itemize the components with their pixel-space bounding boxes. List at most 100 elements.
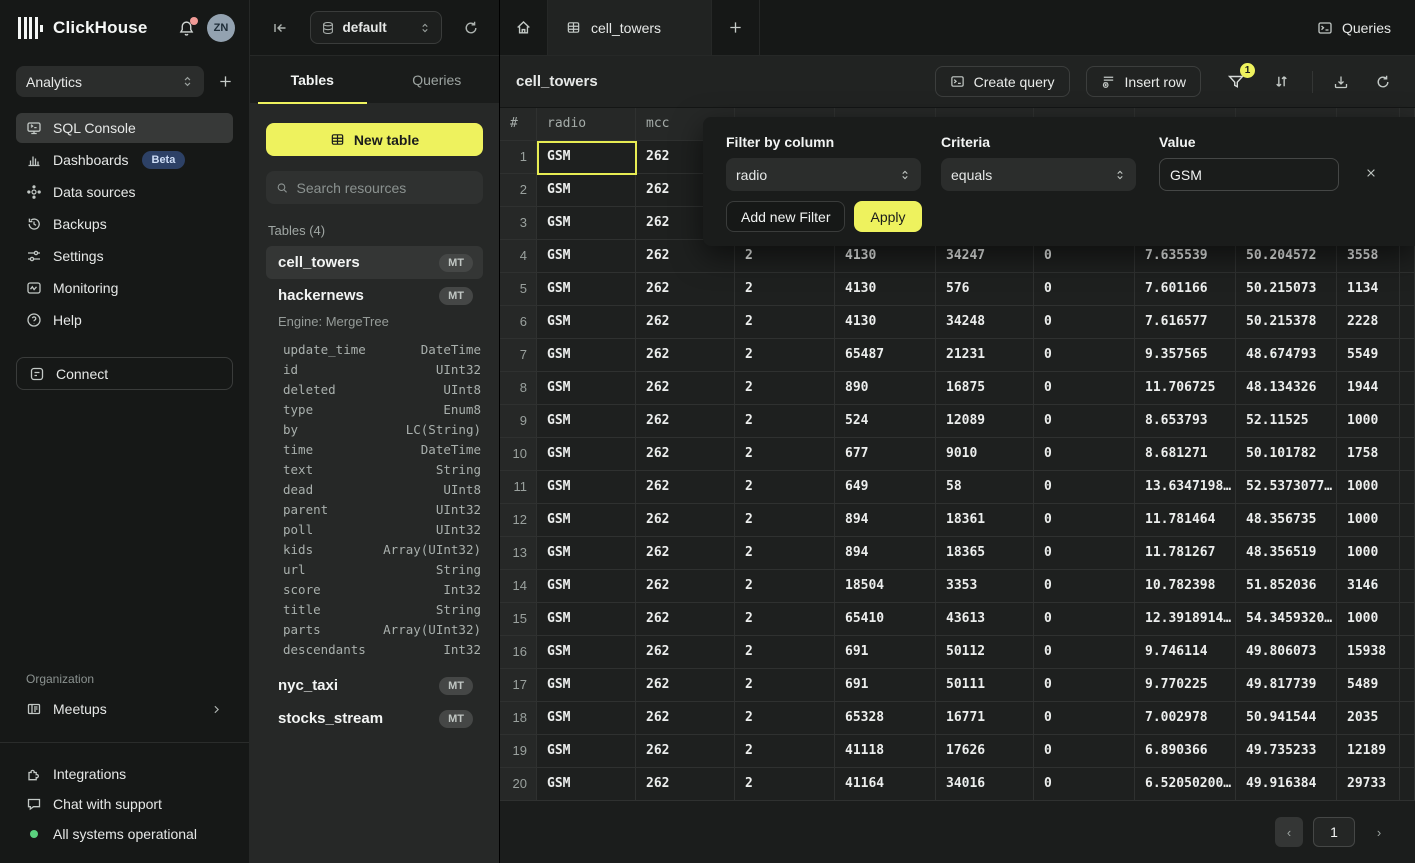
cell-mcc[interactable]: 262 (636, 735, 735, 768)
cell-mcc[interactable]: 262 (636, 702, 735, 735)
cell-area[interactable]: 65328 (835, 702, 936, 735)
cell-net[interactable]: 2 (735, 504, 835, 537)
sidebar-item-backups[interactable]: Backups (16, 209, 233, 239)
table-row[interactable]: 5 GSM 262 2 4130 576 0 7.601166 50.21507… (500, 273, 1415, 306)
cell-lat[interactable]: 50.215073 (1236, 273, 1337, 306)
cell-unit[interactable]: 0 (1034, 372, 1135, 405)
table-row[interactable]: 19 GSM 262 2 41118 17626 0 6.890366 49.7… (500, 735, 1415, 768)
cell-area[interactable]: 65487 (835, 339, 936, 372)
cell-cell[interactable]: 21231 (936, 339, 1034, 372)
cell-lat[interactable]: 50.101782 (1236, 438, 1337, 471)
connect-button[interactable]: Connect (16, 357, 233, 390)
table-row[interactable]: 17 GSM 262 2 691 50111 0 9.770225 49.817… (500, 669, 1415, 702)
sidebar-item-monitoring[interactable]: Monitoring (16, 273, 233, 303)
cell-lon[interactable]: 7.616577 (1135, 306, 1236, 339)
cell-radio[interactable]: GSM (537, 174, 636, 207)
cell-range[interactable]: 15938 (1337, 636, 1400, 669)
cell-area[interactable]: 691 (835, 669, 936, 702)
cell-lat[interactable]: 50.215378 (1236, 306, 1337, 339)
cell-net[interactable]: 2 (735, 405, 835, 438)
table-row[interactable]: 18 GSM 262 2 65328 16771 0 7.002978 50.9… (500, 702, 1415, 735)
cell-lat[interactable]: 49.916384 (1236, 768, 1337, 801)
table-row[interactable]: 11 GSM 262 2 649 58 0 13.6347198… 52.537… (500, 471, 1415, 504)
cell-cell[interactable]: 18365 (936, 537, 1034, 570)
tab-tables[interactable]: Tables (250, 56, 375, 103)
column-header[interactable]: # (500, 108, 537, 141)
filter-button[interactable]: 1 (1225, 69, 1247, 95)
cell-cell[interactable]: 34016 (936, 768, 1034, 801)
cell-cell[interactable]: 12089 (936, 405, 1034, 438)
database-select[interactable]: default (310, 11, 442, 44)
cell-unit[interactable]: 0 (1034, 702, 1135, 735)
table-row[interactable]: 10 GSM 262 2 677 9010 0 8.681271 50.1017… (500, 438, 1415, 471)
cell-net[interactable]: 2 (735, 273, 835, 306)
cell-radio[interactable]: GSM (537, 405, 636, 438)
cell-area[interactable]: 18504 (835, 570, 936, 603)
cell-lon[interactable]: 7.601166 (1135, 273, 1236, 306)
table-row[interactable]: 7 GSM 262 2 65487 21231 0 9.357565 48.67… (500, 339, 1415, 372)
table-row[interactable]: 8 GSM 262 2 890 16875 0 11.706725 48.134… (500, 372, 1415, 405)
cell-area[interactable]: 41164 (835, 768, 936, 801)
cell-lon[interactable]: 9.746114 (1135, 636, 1236, 669)
tab-queries[interactable]: Queries (375, 56, 500, 103)
cell-unit[interactable]: 0 (1034, 306, 1135, 339)
home-tab[interactable] (500, 0, 548, 55)
table-row[interactable]: 9 GSM 262 2 524 12089 0 8.653793 52.1152… (500, 405, 1415, 438)
cell-radio[interactable]: GSM (537, 537, 636, 570)
cell-cell[interactable]: 50112 (936, 636, 1034, 669)
cell-lat[interactable]: 52.5373077… (1236, 471, 1337, 504)
cell-net[interactable]: 2 (735, 339, 835, 372)
cell-unit[interactable]: 0 (1034, 636, 1135, 669)
cell-radio[interactable]: GSM (537, 372, 636, 405)
table-row[interactable]: 13 GSM 262 2 894 18365 0 11.781267 48.35… (500, 537, 1415, 570)
cell-range[interactable]: 1944 (1337, 372, 1400, 405)
cell-area[interactable]: 677 (835, 438, 936, 471)
cell-radio[interactable]: GSM (537, 570, 636, 603)
table-row[interactable]: 14 GSM 262 2 18504 3353 0 10.782398 51.8… (500, 570, 1415, 603)
prev-page-button[interactable]: ‹ (1275, 817, 1303, 847)
cell-radio[interactable]: GSM (537, 240, 636, 273)
cell-cell[interactable]: 17626 (936, 735, 1034, 768)
cell-range[interactable]: 29733 (1337, 768, 1400, 801)
cell-net[interactable]: 2 (735, 471, 835, 504)
cell-unit[interactable]: 0 (1034, 438, 1135, 471)
cell-radio[interactable]: GSM (537, 504, 636, 537)
sidebar-item-help[interactable]: Help (16, 305, 233, 335)
cell-mcc[interactable]: 262 (636, 273, 735, 306)
cell-range[interactable]: 2228 (1337, 306, 1400, 339)
cell-radio[interactable]: GSM (537, 273, 636, 306)
table-row[interactable]: 16 GSM 262 2 691 50112 0 9.746114 49.806… (500, 636, 1415, 669)
refresh-table-button[interactable] (1371, 70, 1395, 94)
filter-column-select[interactable]: radio (726, 158, 921, 191)
cell-lon[interactable]: 8.653793 (1135, 405, 1236, 438)
cell-lon[interactable]: 6.52050200… (1135, 768, 1236, 801)
table-item-nyc-taxi[interactable]: nyc_taxi MT (266, 669, 483, 702)
cell-radio[interactable]: GSM (537, 306, 636, 339)
cell-lat[interactable]: 48.134326 (1236, 372, 1337, 405)
tab-cell-towers[interactable]: cell_towers (548, 0, 712, 55)
cell-net[interactable]: 2 (735, 372, 835, 405)
create-query-button[interactable]: Create query (935, 66, 1070, 97)
cell-lon[interactable]: 12.3918914… (1135, 603, 1236, 636)
cell-unit[interactable]: 0 (1034, 603, 1135, 636)
cell-mcc[interactable]: 262 (636, 537, 735, 570)
search-resources-input[interactable] (297, 180, 473, 196)
cell-mcc[interactable]: 262 (636, 768, 735, 801)
cell-lat[interactable]: 49.735233 (1236, 735, 1337, 768)
add-new-filter-button[interactable]: Add new Filter (726, 201, 845, 232)
cell-lat[interactable]: 49.817739 (1236, 669, 1337, 702)
cell-net[interactable]: 2 (735, 669, 835, 702)
cell-range[interactable]: 3146 (1337, 570, 1400, 603)
queries-button[interactable]: Queries (1293, 0, 1415, 55)
avatar[interactable]: ZN (207, 14, 235, 42)
cell-lon[interactable]: 11.781464 (1135, 504, 1236, 537)
refresh-tables-icon[interactable] (463, 20, 479, 36)
notifications-bell-icon[interactable] (178, 20, 195, 37)
cell-radio[interactable]: GSM (537, 141, 636, 174)
cell-net[interactable]: 2 (735, 735, 835, 768)
cell-lon[interactable]: 8.681271 (1135, 438, 1236, 471)
cell-radio[interactable]: GSM (537, 603, 636, 636)
cell-range[interactable]: 2035 (1337, 702, 1400, 735)
cell-unit[interactable]: 0 (1034, 339, 1135, 372)
cell-area[interactable]: 524 (835, 405, 936, 438)
